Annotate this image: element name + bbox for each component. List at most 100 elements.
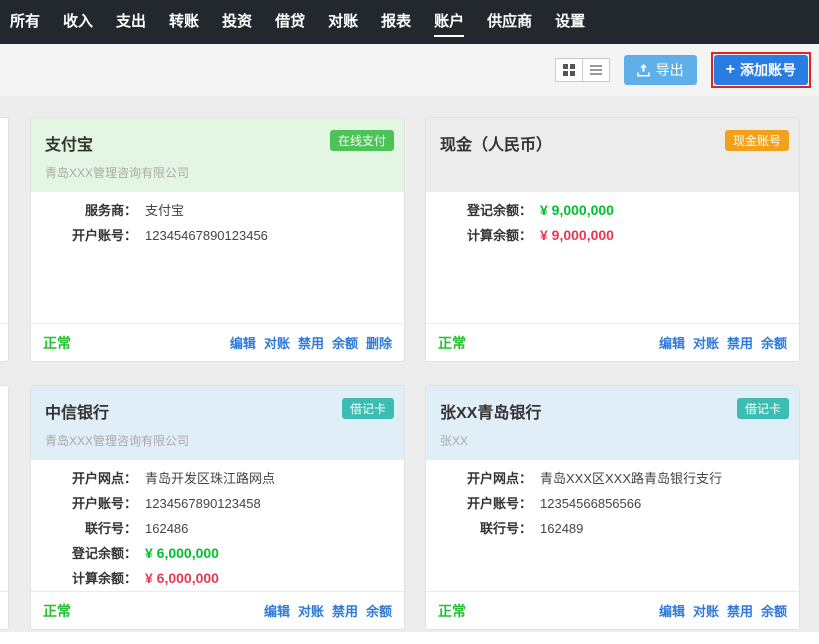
field-value: 青岛XXX区XXX路青岛银行支行 <box>540 466 722 491</box>
nav-item-all[interactable]: 所有 <box>2 0 48 44</box>
nav-item-suppliers[interactable]: 供应商 <box>479 0 540 44</box>
card-body: 登记余额： ¥ 9,000,000 计算余额： ¥ 9,000,000 <box>426 192 799 323</box>
field-value: 12345467890123456 <box>145 223 268 248</box>
account-card-cash: 现金账号 现金（人民币） 登记余额： ¥ 9,000,000 计算余额： ¥ 9… <box>425 117 800 362</box>
partial-card-footer <box>0 323 8 361</box>
action-reconcile[interactable]: 对账 <box>693 333 719 352</box>
field-label: 开户账号： <box>45 223 137 248</box>
partial-card-left-bottom <box>0 385 9 630</box>
view-toggle <box>555 58 610 82</box>
page: 所有 收入 支出 转账 投资 借贷 对账 报表 账户 供应商 设置 导出 + 添… <box>0 0 819 644</box>
calculated-balance: ¥ 9,000,000 <box>540 223 614 248</box>
account-subtitle: 张XX <box>440 432 785 449</box>
action-reconcile[interactable]: 对账 <box>264 333 290 352</box>
partial-card-footer <box>0 591 8 629</box>
action-edit[interactable]: 编辑 <box>659 333 685 352</box>
annotation-highlight: + 添加账号 <box>711 52 811 88</box>
field-row: 联行号： 162489 <box>440 516 785 541</box>
list-view-button[interactable] <box>582 58 610 82</box>
action-disable[interactable]: 禁用 <box>727 601 753 620</box>
action-edit[interactable]: 编辑 <box>230 333 256 352</box>
card-footer: 正常 编辑 对账 禁用 余额 <box>31 591 404 629</box>
card-header: 借记卡 张XX青岛银行 张XX <box>426 386 799 460</box>
card-actions: 编辑 对账 禁用 余额 删除 <box>230 333 392 352</box>
accounts-grid: 在线支付 支付宝 青岛XXX管理咨询有限公司 服务商： 支付宝 开户账号： 12… <box>0 96 819 630</box>
field-row: 联行号： 162486 <box>45 516 390 541</box>
nav-item-investment[interactable]: 投资 <box>214 0 260 44</box>
nav-item-settings[interactable]: 设置 <box>547 0 593 44</box>
action-balance[interactable]: 余额 <box>761 601 787 620</box>
toolbar: 导出 + 添加账号 <box>0 44 819 96</box>
calculated-balance: ¥ 6,000,000 <box>145 566 219 591</box>
nav-item-income[interactable]: 收入 <box>55 0 101 44</box>
account-type-badge: 现金账号 <box>725 130 789 151</box>
registered-balance: ¥ 6,000,000 <box>145 541 219 566</box>
account-title: 中信银行 <box>45 399 390 423</box>
action-disable[interactable]: 禁用 <box>727 333 753 352</box>
grid-icon <box>563 64 575 76</box>
nav-item-reconcile[interactable]: 对账 <box>320 0 366 44</box>
card-actions: 编辑 对账 禁用 余额 <box>659 601 787 620</box>
action-edit[interactable]: 编辑 <box>659 601 685 620</box>
action-balance[interactable]: 余额 <box>366 601 392 620</box>
field-label: 登记余额： <box>45 541 137 566</box>
action-edit[interactable]: 编辑 <box>264 601 290 620</box>
action-balance[interactable]: 余额 <box>761 333 787 352</box>
nav-item-loans[interactable]: 借贷 <box>267 0 313 44</box>
nav-item-accounts[interactable]: 账户 <box>426 0 472 44</box>
upload-icon <box>637 64 650 77</box>
action-reconcile[interactable]: 对账 <box>298 601 324 620</box>
card-header: 借记卡 中信银行 青岛XXX管理咨询有限公司 <box>31 386 404 460</box>
field-value: 支付宝 <box>145 198 184 223</box>
action-disable[interactable]: 禁用 <box>298 333 324 352</box>
add-account-label: 添加账号 <box>740 60 796 80</box>
action-delete[interactable]: 删除 <box>366 333 392 352</box>
field-value: 162486 <box>145 516 188 541</box>
field-row: 开户网点： 青岛开发区珠江路网点 <box>45 466 390 491</box>
field-value: 青岛开发区珠江路网点 <box>145 466 275 491</box>
field-value: 162489 <box>540 516 583 541</box>
field-row: 登记余额： ¥ 6,000,000 <box>45 541 390 566</box>
account-card-alipay: 在线支付 支付宝 青岛XXX管理咨询有限公司 服务商： 支付宝 开户账号： 12… <box>30 117 405 362</box>
export-label: 导出 <box>656 60 684 80</box>
status-badge: 正常 <box>438 333 466 353</box>
account-card-qingdao-bank: 借记卡 张XX青岛银行 张XX 开户网点： 青岛XXX区XXX路青岛银行支行 开… <box>425 385 800 630</box>
card-footer: 正常 编辑 对账 禁用 余额 <box>426 323 799 361</box>
card-body: 开户网点： 青岛XXX区XXX路青岛银行支行 开户账号： 12354566856… <box>426 460 799 591</box>
plus-icon: + <box>726 62 735 78</box>
field-row: 开户账号： 12354566856566 <box>440 491 785 516</box>
partial-card-left-top <box>0 117 9 362</box>
export-button[interactable]: 导出 <box>624 55 697 85</box>
field-label: 登记余额： <box>440 198 532 223</box>
add-account-button[interactable]: + 添加账号 <box>714 55 808 85</box>
field-label: 联行号： <box>45 516 137 541</box>
field-row: 开户网点： 青岛XXX区XXX路青岛银行支行 <box>440 466 785 491</box>
bottom-scroll-gutter <box>0 632 819 644</box>
card-body: 开户网点： 青岛开发区珠江路网点 开户账号： 1234567890123458 … <box>31 460 404 591</box>
action-reconcile[interactable]: 对账 <box>693 601 719 620</box>
account-subtitle: 青岛XXX管理咨询有限公司 <box>45 432 390 449</box>
field-value: 12354566856566 <box>540 491 641 516</box>
account-card-citic-bank: 借记卡 中信银行 青岛XXX管理咨询有限公司 开户网点： 青岛开发区珠江路网点 … <box>30 385 405 630</box>
registered-balance: ¥ 9,000,000 <box>540 198 614 223</box>
account-type-badge: 借记卡 <box>342 398 394 419</box>
nav-item-expense[interactable]: 支出 <box>108 0 154 44</box>
card-actions: 编辑 对账 禁用 余额 <box>659 333 787 352</box>
grid-view-button[interactable] <box>555 58 583 82</box>
field-value: 1234567890123458 <box>145 491 261 516</box>
card-footer: 正常 编辑 对账 禁用 余额 <box>426 591 799 629</box>
card-header: 现金账号 现金（人民币） <box>426 118 799 192</box>
status-badge: 正常 <box>43 333 71 353</box>
field-label: 联行号： <box>440 516 532 541</box>
card-header: 在线支付 支付宝 青岛XXX管理咨询有限公司 <box>31 118 404 192</box>
field-label: 开户网点： <box>45 466 137 491</box>
card-actions: 编辑 对账 禁用 余额 <box>264 601 392 620</box>
account-subtitle: 青岛XXX管理咨询有限公司 <box>45 164 390 181</box>
nav-item-transfer[interactable]: 转账 <box>161 0 207 44</box>
account-type-badge: 在线支付 <box>330 130 394 151</box>
field-row: 开户账号： 12345467890123456 <box>45 223 390 248</box>
action-disable[interactable]: 禁用 <box>332 601 358 620</box>
field-label: 计算余额： <box>45 566 137 591</box>
nav-item-reports[interactable]: 报表 <box>373 0 419 44</box>
action-balance[interactable]: 余额 <box>332 333 358 352</box>
